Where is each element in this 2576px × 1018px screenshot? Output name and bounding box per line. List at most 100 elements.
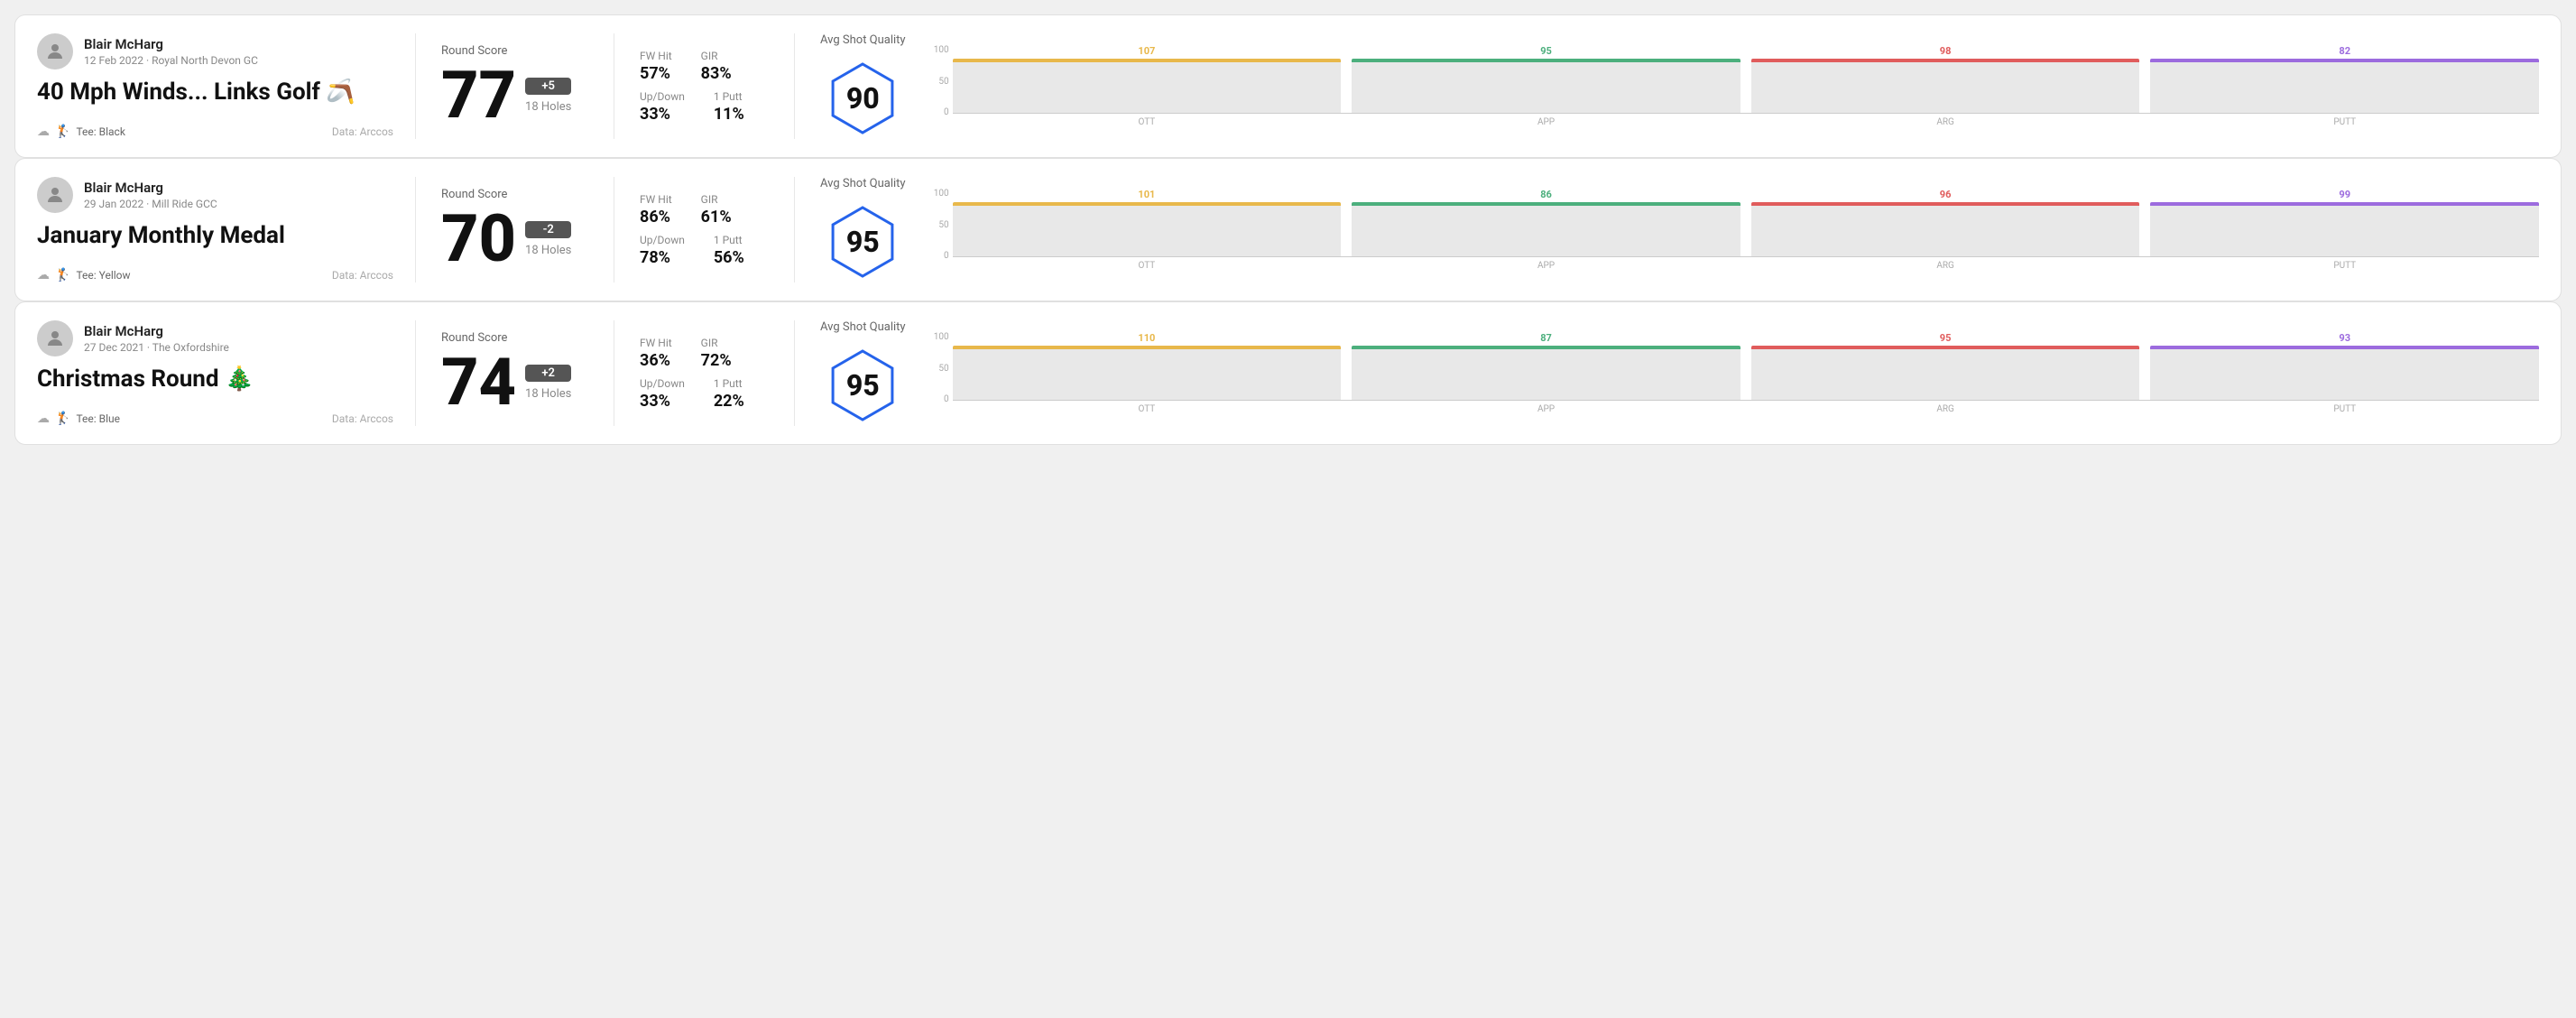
data-source: Data: Arccos — [332, 269, 393, 282]
gir-value: 61% — [701, 208, 732, 227]
fw-hit-value: 57% — [640, 64, 672, 83]
gir-value: 83% — [701, 64, 732, 83]
bar-group-app: 95 — [1352, 45, 1740, 113]
quality-left: Avg Shot Quality 95 — [820, 177, 906, 282]
stats-row-top: FW Hit 86% GIR 61% — [640, 193, 769, 227]
tee-info: ☁ 🏌 Tee: Black — [37, 125, 125, 139]
data-source: Data: Arccos — [332, 125, 393, 138]
stats-row-bottom: Up/Down 33% 1 Putt 22% — [640, 377, 769, 411]
oneputt-label: 1 Putt — [714, 234, 744, 246]
stats-section: FW Hit 36% GIR 72% Up/Down 33% — [614, 320, 795, 426]
card-footer: ☁ 🏌 Tee: Black Data: Arccos — [37, 125, 393, 139]
bar-group-arg: 96 — [1751, 189, 2140, 256]
score-number: 74 — [441, 350, 516, 415]
score-badge: -2 — [525, 221, 571, 238]
quality-label: Avg Shot Quality — [820, 320, 906, 334]
data-source: Data: Arccos — [332, 412, 393, 425]
round-card: Blair McHarg 29 Jan 2022 · Mill Ride GCC… — [14, 158, 2562, 301]
score-holes: 18 Holes — [525, 100, 571, 114]
user-meta: 27 Dec 2021 · The Oxfordshire — [84, 341, 229, 354]
stats-row-top: FW Hit 36% GIR 72% — [640, 337, 769, 370]
score-main: 74 +2 18 Holes — [441, 350, 588, 415]
quality-section: Avg Shot Quality 95 100 50 0 — [795, 320, 2539, 426]
bar-chart: 100 50 0 107 95 — [928, 45, 2539, 127]
user-row: Blair McHarg 29 Jan 2022 · Mill Ride GCC — [37, 177, 393, 213]
avatar — [37, 33, 73, 69]
user-meta: 12 Feb 2022 · Royal North Devon GC — [84, 54, 258, 67]
gir-label: GIR — [701, 337, 732, 349]
round-title: 40 Mph Winds... Links Golf 🪃 — [37, 79, 393, 106]
bar-group-putt: 82 — [2150, 45, 2539, 113]
stat-fw-hit: FW Hit 57% — [640, 50, 672, 83]
user-row: Blair McHarg 27 Dec 2021 · The Oxfordshi… — [37, 320, 393, 356]
score-main: 70 -2 18 Holes — [441, 207, 588, 272]
bar-group-ott: 107 — [953, 45, 1342, 113]
score-number: 77 — [441, 63, 516, 128]
score-holes: 18 Holes — [525, 244, 571, 257]
quality-section: Avg Shot Quality 90 100 50 0 — [795, 33, 2539, 139]
person-icon — [44, 328, 66, 349]
fw-hit-label: FW Hit — [640, 193, 672, 206]
quality-section: Avg Shot Quality 95 100 50 0 — [795, 177, 2539, 282]
updown-label: Up/Down — [640, 377, 685, 390]
stat-fw-hit: FW Hit 36% — [640, 337, 672, 370]
stat-updown: Up/Down 33% — [640, 90, 685, 124]
bag-icon: 🏌 — [55, 268, 70, 282]
card-left-section: Blair McHarg 27 Dec 2021 · The Oxfordshi… — [37, 320, 416, 426]
bar-chart: 100 50 0 110 87 — [928, 332, 2539, 414]
bar-group-arg: 98 — [1751, 45, 2140, 113]
avatar — [37, 320, 73, 356]
hexagon-container: 90 — [822, 58, 903, 139]
updown-value: 33% — [640, 105, 685, 124]
bar-group-arg: 95 — [1751, 332, 2140, 400]
fw-hit-value: 86% — [640, 208, 672, 227]
user-meta: 29 Jan 2022 · Mill Ride GCC — [84, 198, 217, 210]
weather-icon: ☁ — [37, 412, 50, 426]
bar-chart: 100 50 0 101 86 — [928, 189, 2539, 271]
score-badge-col: -2 18 Holes — [525, 221, 571, 257]
quality-score: 95 — [846, 368, 880, 403]
stat-gir: GIR 83% — [701, 50, 732, 83]
stat-oneputt: 1 Putt 56% — [714, 234, 744, 267]
quality-score: 95 — [846, 225, 880, 259]
person-icon — [44, 184, 66, 206]
weather-icon: ☁ — [37, 125, 50, 139]
user-info: Blair McHarg 27 Dec 2021 · The Oxfordshi… — [84, 323, 229, 354]
score-number: 70 — [441, 207, 516, 272]
user-info: Blair McHarg 29 Jan 2022 · Mill Ride GCC — [84, 180, 217, 210]
user-name: Blair McHarg — [84, 323, 229, 339]
tee-label: Tee: Blue — [76, 412, 120, 425]
gir-label: GIR — [701, 50, 732, 62]
stats-section: FW Hit 86% GIR 61% Up/Down 78% — [614, 177, 795, 282]
score-section: Round Score 77 +5 18 Holes — [416, 33, 614, 139]
score-badge-col: +2 18 Holes — [525, 365, 571, 401]
user-row: Blair McHarg 12 Feb 2022 · Royal North D… — [37, 33, 393, 69]
updown-label: Up/Down — [640, 90, 685, 103]
bar-group-ott: 110 — [953, 332, 1342, 400]
score-label: Round Score — [441, 44, 588, 58]
score-badge: +5 — [525, 78, 571, 95]
updown-value: 33% — [640, 392, 685, 411]
oneputt-value: 22% — [714, 392, 744, 411]
user-info: Blair McHarg 12 Feb 2022 · Royal North D… — [84, 36, 258, 67]
bar-group-putt: 93 — [2150, 332, 2539, 400]
bag-icon: 🏌 — [55, 125, 70, 139]
hexagon-container: 95 — [822, 201, 903, 282]
tee-label: Tee: Black — [76, 125, 125, 138]
stats-row-bottom: Up/Down 78% 1 Putt 56% — [640, 234, 769, 267]
bag-icon: 🏌 — [55, 412, 70, 426]
tee-info: ☁ 🏌 Tee: Yellow — [37, 268, 131, 282]
oneputt-label: 1 Putt — [714, 377, 744, 390]
round-title: Christmas Round 🎄 — [37, 366, 393, 393]
oneputt-label: 1 Putt — [714, 90, 744, 103]
card-left-section: Blair McHarg 12 Feb 2022 · Royal North D… — [37, 33, 416, 139]
bar-group-putt: 99 — [2150, 189, 2539, 256]
stat-oneputt: 1 Putt 11% — [714, 90, 744, 124]
user-name: Blair McHarg — [84, 180, 217, 196]
score-section: Round Score 74 +2 18 Holes — [416, 320, 614, 426]
score-section: Round Score 70 -2 18 Holes — [416, 177, 614, 282]
quality-left: Avg Shot Quality 90 — [820, 33, 906, 139]
card-footer: ☁ 🏌 Tee: Blue Data: Arccos — [37, 412, 393, 426]
stat-gir: GIR 61% — [701, 193, 732, 227]
quality-label: Avg Shot Quality — [820, 177, 906, 190]
